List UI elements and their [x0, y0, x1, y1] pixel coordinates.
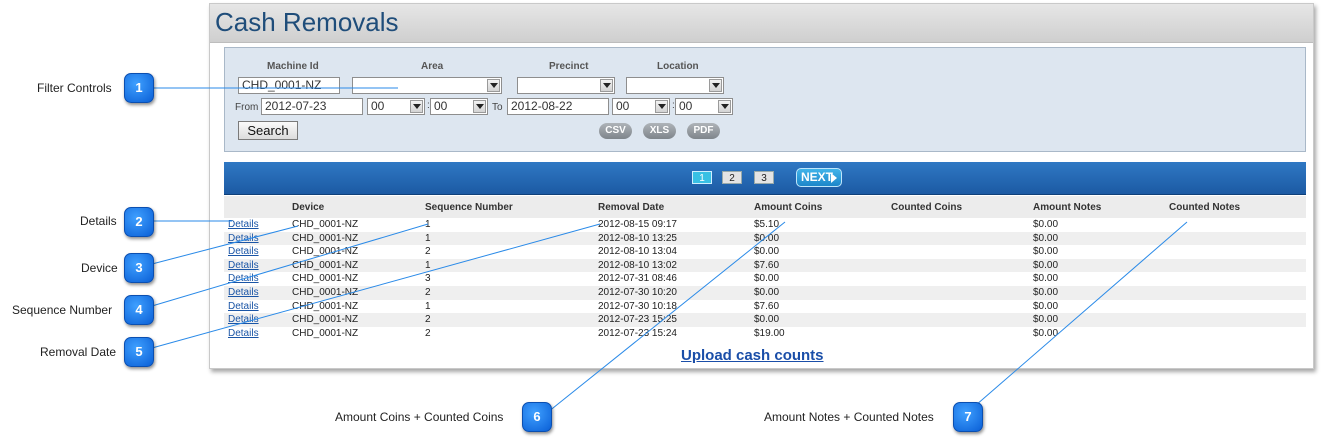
callout-label-sequence-number: Sequence Number: [12, 303, 113, 317]
callout-badge-6: 6: [522, 402, 552, 432]
callout-badge-4: 4: [124, 295, 154, 325]
callout-line-3: [151, 225, 299, 265]
callout-line-6: [547, 221, 786, 413]
callout-line-4: [151, 223, 429, 307]
callout-label-device: Device: [81, 261, 118, 275]
callout-badge-1: 1: [124, 73, 154, 103]
callout-badge-2: 2: [124, 207, 154, 237]
callout-label-amount-notes: Amount Notes + Counted Notes: [764, 410, 934, 424]
callout-label-details: Details: [80, 214, 117, 228]
callout-label-filter-controls: Filter Controls: [37, 81, 112, 95]
callout-badge-5: 5: [124, 337, 154, 367]
callout-label-removal-date: Removal Date: [40, 345, 117, 359]
callout-badge-7: 7: [953, 402, 983, 432]
callout-line-7: [967, 221, 1188, 413]
callout-lines: [150, 87, 1188, 413]
callout-badge-3: 3: [124, 253, 154, 283]
callout-label-amount-coins: Amount Coins + Counted Coins: [335, 410, 504, 424]
